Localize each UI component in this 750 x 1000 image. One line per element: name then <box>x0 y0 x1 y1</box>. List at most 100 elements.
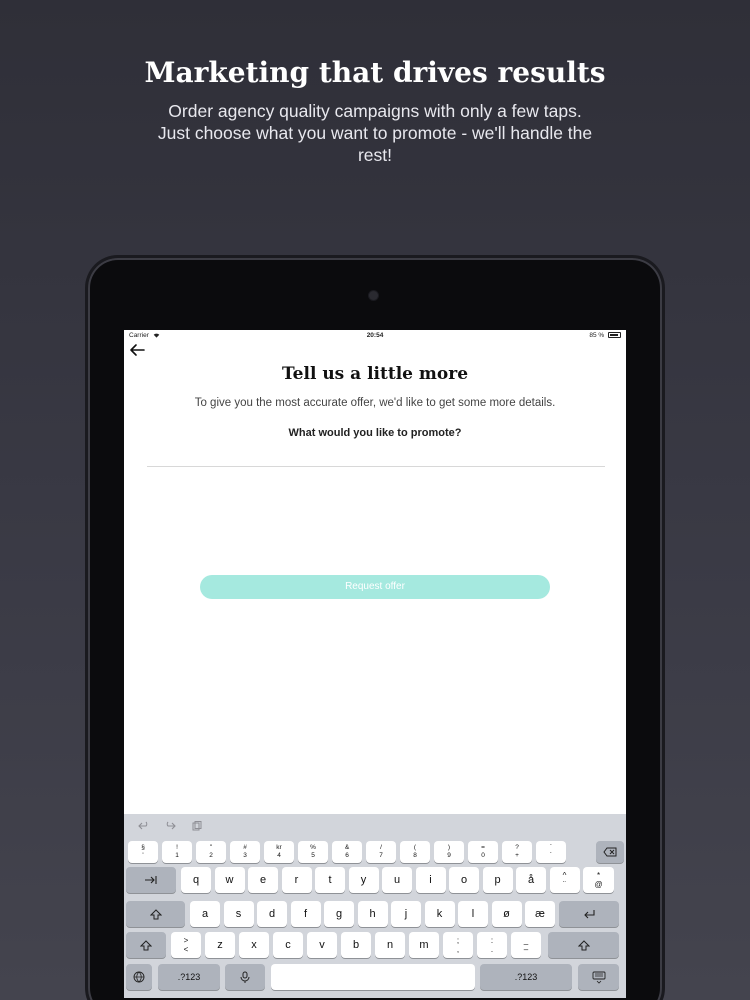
key-v[interactable]: v <box>307 932 337 958</box>
key-punct-0[interactable]: ;, <box>443 932 473 958</box>
return-key[interactable] <box>558 901 619 927</box>
numbers-right-key[interactable]: .?123 <box>480 964 572 990</box>
key-symbol: 1 <box>175 852 179 859</box>
key-at[interactable]: * @ <box>583 867 614 893</box>
key-5[interactable]: % 5 <box>298 841 328 863</box>
key-symbol: : <box>490 936 494 945</box>
key-3[interactable]: #3 <box>230 841 260 863</box>
key-symbol: ´ <box>549 852 553 859</box>
key-caret[interactable]: ^ ¨ <box>549 867 580 893</box>
key-symbol: # <box>243 844 247 851</box>
key-4[interactable]: kr 4 <box>264 841 294 863</box>
keyboard-hide-icon <box>592 971 605 984</box>
key-symbol: _ <box>523 936 529 945</box>
key-r[interactable]: r <box>281 867 312 893</box>
key-angle[interactable]: > < <box>171 932 201 958</box>
capslock-icon <box>149 908 162 919</box>
key-+[interactable]: ? + <box>502 841 532 863</box>
key-g[interactable]: g <box>324 901 354 927</box>
microphone-icon <box>240 971 250 983</box>
dictation-key[interactable] <box>225 964 265 990</box>
capslock-key[interactable] <box>126 901 185 927</box>
key-h[interactable]: h <box>357 901 388 927</box>
key-0[interactable]: = 0 <box>468 841 498 863</box>
key-l[interactable]: l <box>458 901 488 927</box>
key-symbol: 5 <box>311 852 315 859</box>
app-screen: Carrier 20:54 85 % Tell us a little more… <box>124 330 626 998</box>
key-x[interactable]: x <box>239 932 269 958</box>
globe-key[interactable] <box>126 964 152 990</box>
key-´[interactable]: ` ´ <box>536 841 566 863</box>
key-i[interactable]: i <box>415 867 446 893</box>
key-symbol: . <box>490 945 494 954</box>
key-j[interactable]: j <box>391 901 421 927</box>
shift-left-key[interactable] <box>126 932 166 958</box>
battery-percent: 85 % <box>589 332 605 339</box>
key-å[interactable]: å <box>516 867 546 893</box>
key-'[interactable]: § ' <box>128 841 158 863</box>
key-æ[interactable]: æ <box>525 901 555 927</box>
key-symbol: ) <box>447 844 451 851</box>
request-offer-button[interactable]: Request offer <box>200 575 550 599</box>
key-symbol: > <box>183 936 189 945</box>
key-8[interactable]: (8 <box>400 841 430 863</box>
key-u[interactable]: u <box>382 867 412 893</box>
tab-key[interactable] <box>126 867 176 893</box>
shift-icon <box>140 939 152 950</box>
status-battery: 85 % <box>589 332 621 339</box>
delete-key[interactable] <box>596 841 624 863</box>
key-6[interactable]: & 6 <box>332 841 362 863</box>
key-p[interactable]: p <box>482 867 513 893</box>
redo-icon[interactable] <box>164 821 176 831</box>
key-d[interactable]: d <box>257 901 287 927</box>
key-z[interactable]: z <box>205 932 235 958</box>
key-ø[interactable]: ø <box>491 901 522 927</box>
promo-subline: Order agency quality campaigns with only… <box>157 101 593 165</box>
keyboard: § '! 1 " 2 #3 kr 4% 5 & 6/7(8) 9 = 0? + ` ´ q w e r t y u i o p å ^ ¨… <box>124 814 626 998</box>
key-symbol: + <box>515 852 519 859</box>
key-symbol: & <box>344 844 350 851</box>
key-symbol: 0 <box>481 852 485 859</box>
key-symbol: ¨ <box>563 880 566 889</box>
key-1[interactable]: ! 1 <box>162 841 192 863</box>
key-symbol: 4 <box>277 852 281 859</box>
key-7[interactable]: /7 <box>366 841 396 863</box>
key-o[interactable]: o <box>449 867 479 893</box>
paste-icon[interactable] <box>191 821 203 831</box>
shift-right-key[interactable] <box>548 932 619 958</box>
key-symbol: 2 <box>209 852 213 859</box>
key-n[interactable]: n <box>375 932 405 958</box>
key-e[interactable]: e <box>248 867 278 893</box>
key-punct-1[interactable]: :. <box>477 932 507 958</box>
key-w[interactable]: w <box>214 867 245 893</box>
key-symbol: ' <box>142 852 144 859</box>
key-9[interactable]: ) 9 <box>434 841 464 863</box>
key-m[interactable]: m <box>409 932 439 958</box>
key-symbol: kr <box>276 844 282 851</box>
key-b[interactable]: b <box>341 932 371 958</box>
key-symbol: 6 <box>345 852 349 859</box>
key-s[interactable]: s <box>223 901 254 927</box>
promote-input[interactable] <box>147 450 605 467</box>
key-y[interactable]: y <box>348 867 379 893</box>
space-key[interactable] <box>271 964 475 990</box>
delete-icon <box>603 847 617 857</box>
key-a[interactable]: a <box>190 901 220 927</box>
key-q[interactable]: q <box>181 867 211 893</box>
key-f[interactable]: f <box>290 901 321 927</box>
key-symbol: 3 <box>243 852 247 859</box>
key-t[interactable]: t <box>315 867 345 893</box>
key-k[interactable]: k <box>424 901 455 927</box>
back-arrow-icon[interactable] <box>128 342 146 358</box>
hide-keyboard-key[interactable] <box>578 964 619 990</box>
key-punct-2[interactable]: _ – <box>511 932 541 958</box>
tab-icon <box>145 876 157 884</box>
keyboard-toolbar <box>124 814 626 838</box>
numbers-left-key[interactable]: .?123 <box>158 964 220 990</box>
globe-icon <box>133 971 145 983</box>
undo-icon[interactable] <box>138 821 150 831</box>
key-2[interactable]: " 2 <box>196 841 226 863</box>
key-symbol: < <box>183 945 189 954</box>
key-c[interactable]: c <box>273 932 303 958</box>
camera <box>369 291 378 300</box>
